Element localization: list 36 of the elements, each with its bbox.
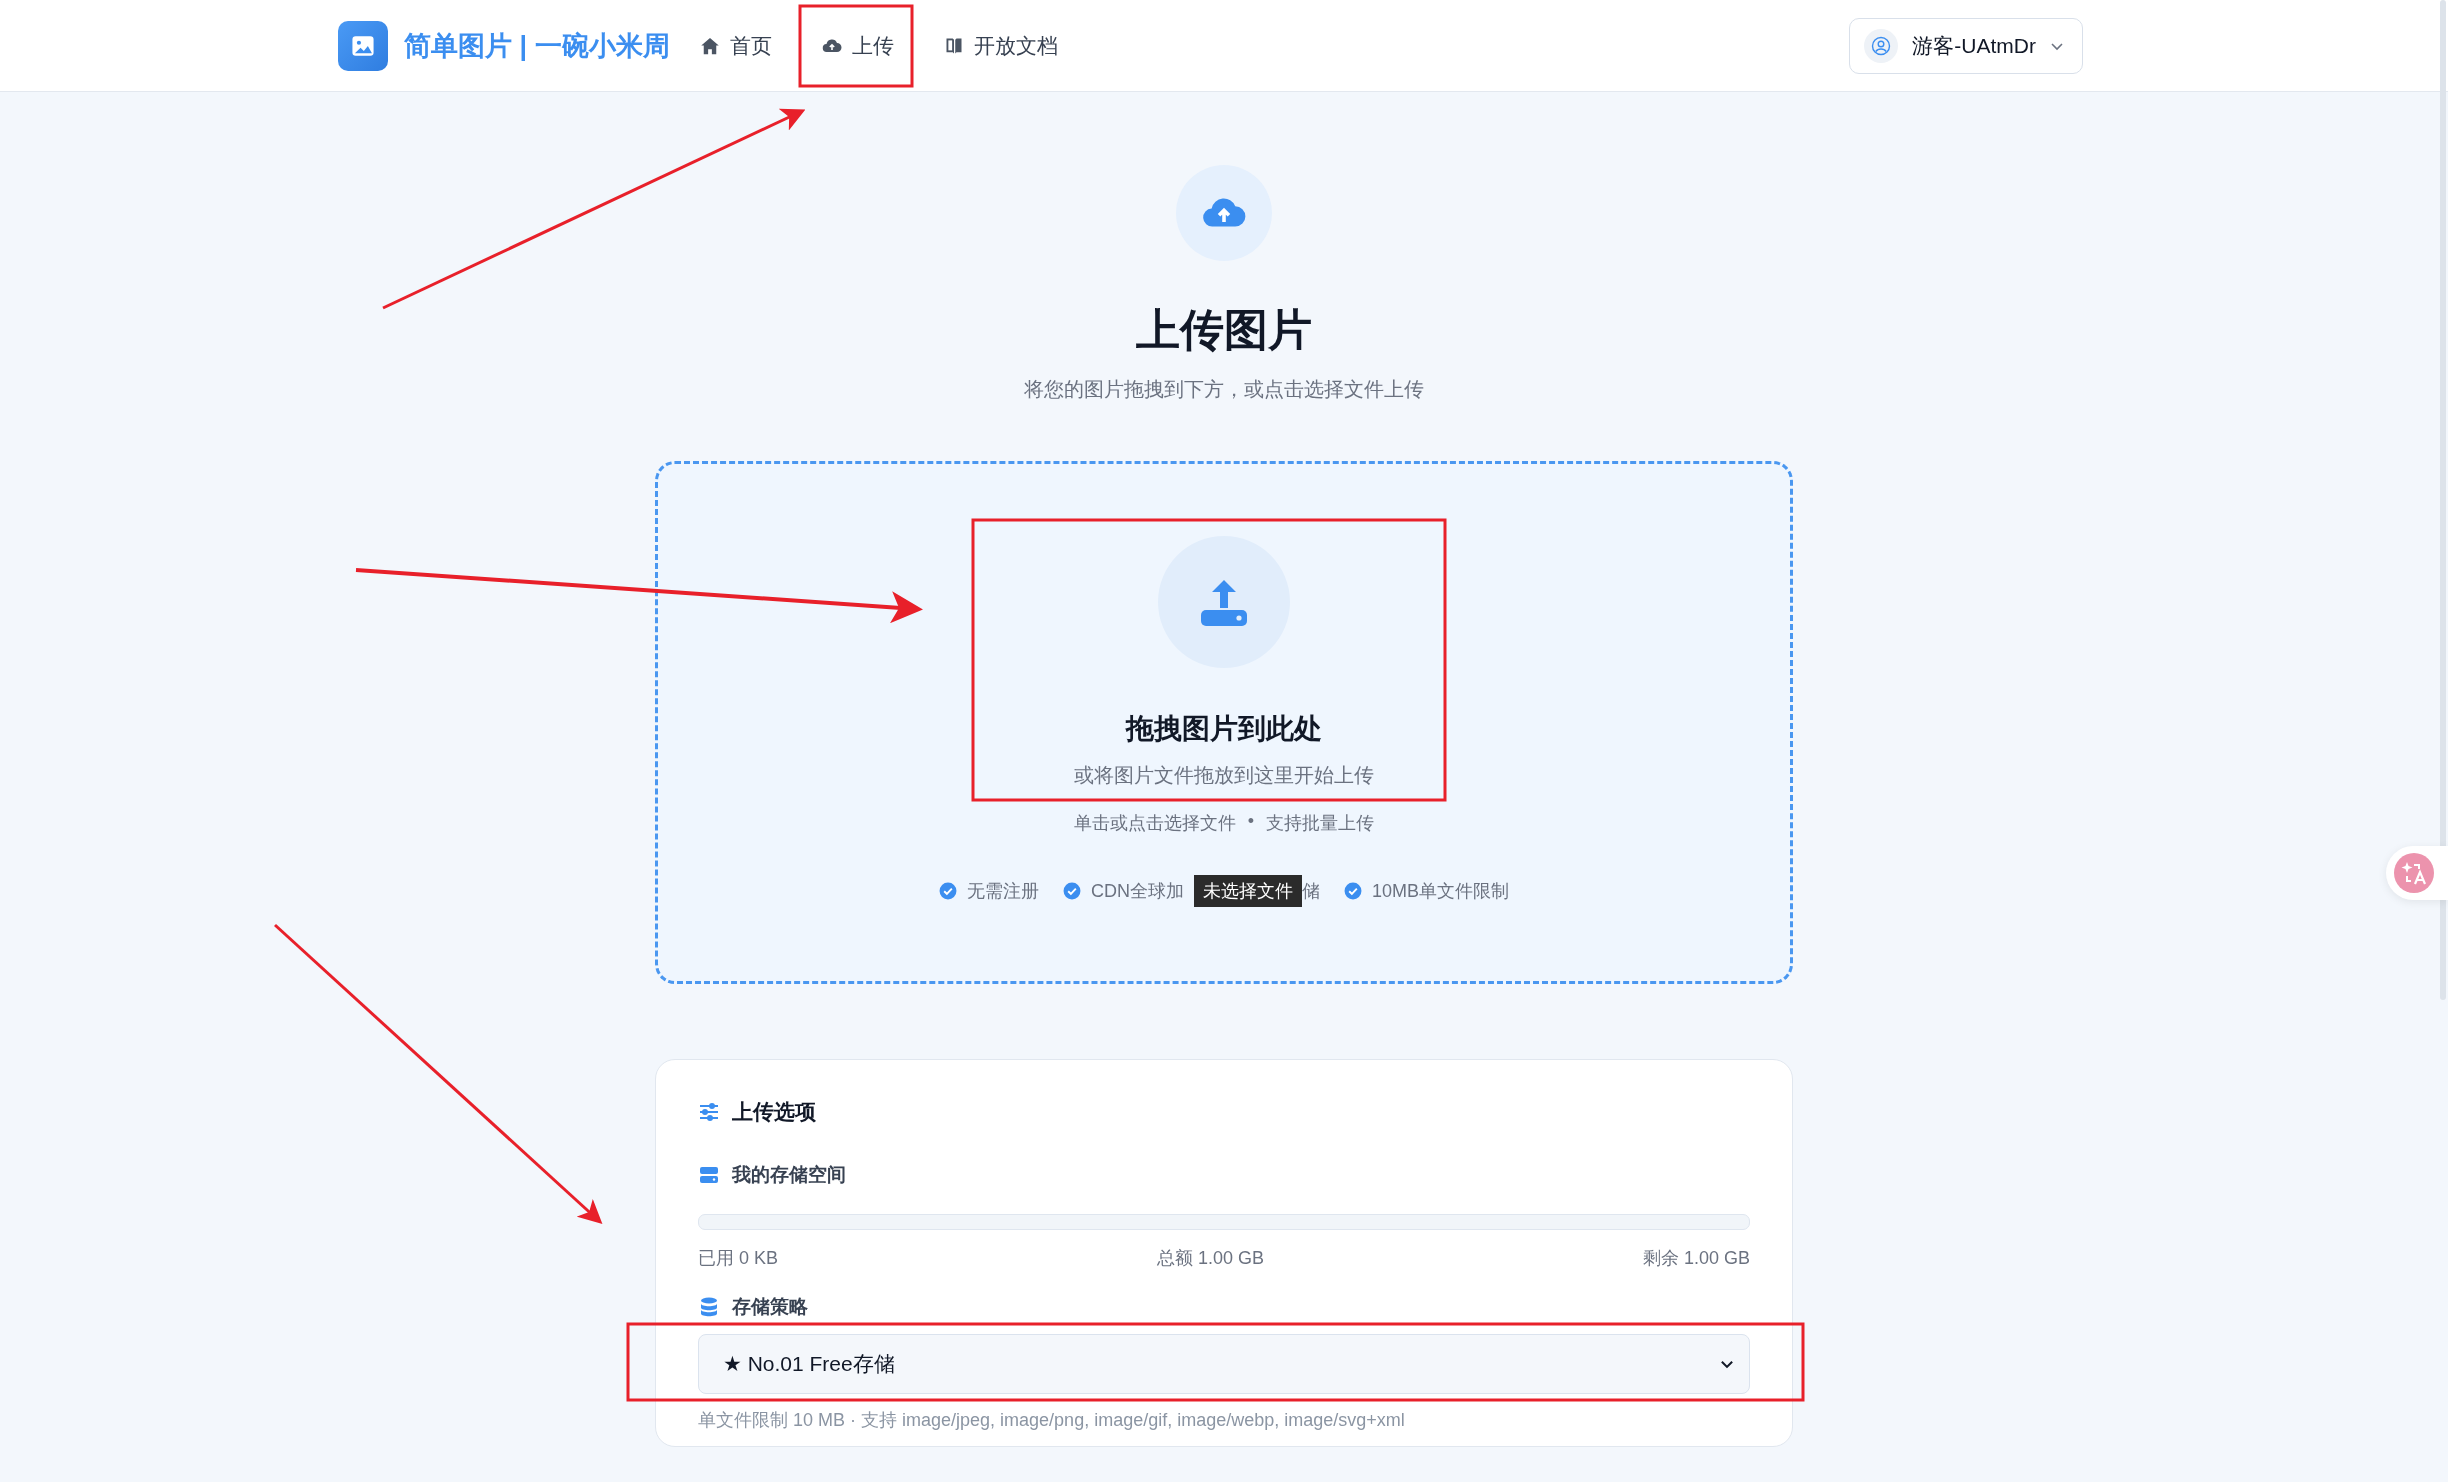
page-title: 上传图片 <box>1136 304 1312 356</box>
separator-dot: • <box>1247 811 1255 833</box>
nav-link[interactable]: 首页 <box>685 21 786 70</box>
logo-icon <box>338 20 388 71</box>
feature-label: 无需注册 <box>967 880 1039 903</box>
section-title: 上传选项 <box>732 1099 816 1125</box>
sliders-icon <box>698 1101 720 1123</box>
policy-label: 存储策略 <box>732 1295 808 1319</box>
check-icon <box>939 882 957 900</box>
server-icon <box>698 1164 720 1186</box>
hint-text: 支持批量上传 <box>1266 812 1375 835</box>
check-icon <box>1063 882 1081 900</box>
remaining-text: 剩余 1.00 GB <box>1642 1247 1750 1270</box>
total-text: 总额 1.00 GB <box>1156 1247 1264 1270</box>
home-icon <box>699 35 720 56</box>
check-icon <box>1344 882 1362 900</box>
drop-zone[interactable]: 拖拽图片到此处 或将图片文件拖放到这里开始上传 单击或点击选择文件 • 支持批量上传 无需注册 CDN全球加 未选择文件 储 10MB单文件限制 <box>655 461 1793 984</box>
tooltip: 未选择文件 <box>1194 875 1302 907</box>
page-subtitle: 将您的图片拖拽到下方，或点击选择文件上传 <box>1024 377 1424 402</box>
hint-text: 单击或点击选择文件 <box>1073 812 1236 835</box>
used-text: 已用 0 KB <box>698 1247 779 1270</box>
user-menu[interactable]: 游客-UAtmDr <box>1849 17 2083 74</box>
policy-select[interactable]: ★ No.01 Free存储 <box>698 1334 1750 1394</box>
database-icon <box>698 1296 720 1318</box>
feature-label: 10MB单文件限制 <box>1372 880 1509 903</box>
scrollbar[interactable] <box>2440 0 2446 1000</box>
nav-link[interactable]: 开放文档 <box>929 21 1072 70</box>
drop-title: 拖拽图片到此处 <box>1126 712 1322 746</box>
drop-subtitle: 或将图片文件拖放到这里开始上传 <box>1074 763 1374 788</box>
feature-label: CDN全球加 <box>1091 880 1184 903</box>
translate-icon[interactable] <box>2394 853 2434 893</box>
avatar-icon <box>1864 28 1899 63</box>
feature-label: 储 <box>1302 880 1320 903</box>
storage-label: 我的存储空间 <box>732 1163 846 1187</box>
nav-link[interactable]: 上传 <box>807 21 908 70</box>
policy-hint: 单文件限制 10 MB · 支持 image/jpeg, image/png, image/gif, image/webp, image/svg+xml <box>698 1409 1406 1432</box>
